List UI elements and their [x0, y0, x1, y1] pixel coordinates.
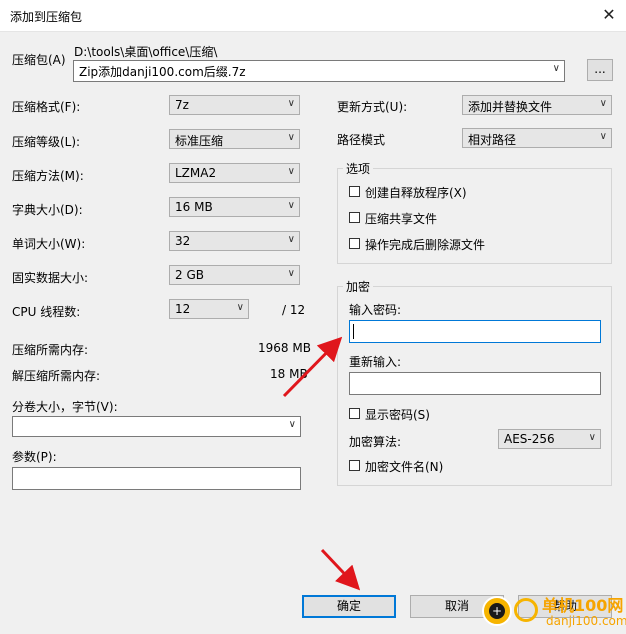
watermark-cn: 单机100网: [542, 596, 624, 615]
watermark: + 单机100网 danji100.com: [480, 592, 626, 633]
watermark-logo-icon: +: [482, 596, 512, 626]
annotation-arrows: [282, 336, 361, 591]
arrow-to-password: [282, 336, 343, 398]
arrow-to-ok: [320, 548, 361, 591]
watermark-url: danji100.com: [546, 614, 626, 628]
watermark-ring-icon: [514, 598, 538, 622]
